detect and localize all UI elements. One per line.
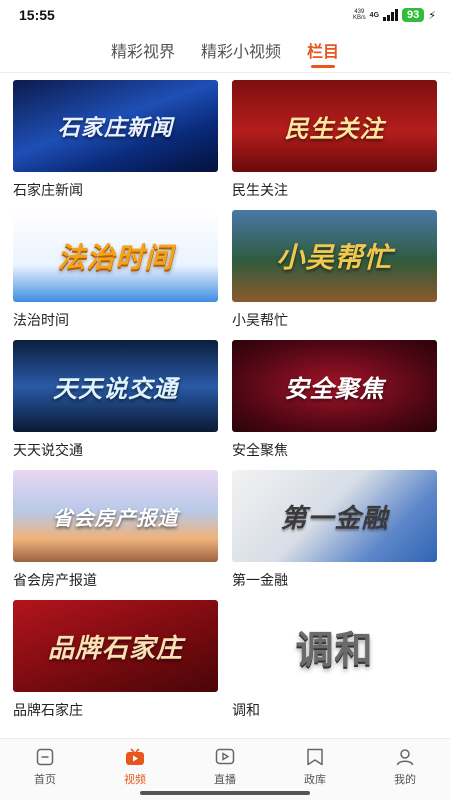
program-title: 天天说交通 [13,443,83,459]
program-card[interactable]: 小吴帮忙 小吴帮忙 [232,210,437,340]
program-thumbnail: 天天说交通 [13,340,218,432]
tab-jingcai-xiaoshipin[interactable]: 精彩小视频 [201,34,281,68]
program-thumbnail-logo: 品牌石家庄 [47,633,183,664]
program-card[interactable]: 石家庄新闻 石家庄新闻 [13,80,218,210]
program-thumbnail-logo: 小吴帮忙 [276,241,393,274]
program-card[interactable]: 第一金融 第一金融 [232,470,437,600]
program-thumbnail-logo: 法治时间 [57,241,174,274]
program-title: 第一金融 [232,573,288,589]
program-card[interactable]: 法治时间 法治时间 [13,210,218,340]
program-thumbnail: 小吴帮忙 [232,210,437,302]
video-tv-icon [124,747,146,767]
program-card[interactable]: 品牌石家庄 品牌石家庄 [13,600,218,730]
program-card[interactable]: 民生关注 民生关注 [232,80,437,210]
user-icon [394,747,416,767]
program-thumbnail: 石家庄新闻 [13,80,218,172]
program-card[interactable]: 安全聚焦 安全聚焦 [232,340,437,470]
signal-icon [383,9,399,21]
program-thumbnail-logo: 民生关注 [284,114,385,143]
home-indicator[interactable] [140,791,310,795]
network-speed-unit: KB/s [353,15,366,21]
status-indicators: 439 KB/s 4G 93 ⚡ [353,8,436,22]
program-card[interactable]: 天天说交通 天天说交通 [13,340,218,470]
network-speed: 439 KB/s [353,9,366,21]
live-play-icon [214,747,236,767]
program-card[interactable]: 省会房产报道 省会房产报道 [13,470,218,600]
program-thumbnail-logo: 安全聚焦 [284,374,385,403]
top-tabs: 精彩视界 精彩小视频 栏目 [0,34,450,68]
program-thumbnail: 品牌石家庄 [13,600,218,692]
home-icon [34,747,56,767]
nav-me-label: 我的 [394,773,416,786]
tab-lanmu[interactable]: 栏目 [307,34,339,68]
nav-video-label: 视频 [124,773,146,786]
battery-level: 93 [402,8,425,22]
program-thumbnail: 调和 [232,600,437,692]
program-thumbnail: 法治时间 [13,210,218,302]
tab-jingcai-shijie[interactable]: 精彩视界 [111,34,175,68]
status-time: 15:55 [19,7,55,23]
program-title: 省会房产报道 [13,573,97,589]
program-thumbnail: 省会房产报道 [13,470,218,562]
program-title: 安全聚焦 [232,443,288,459]
program-thumbnail-logo: 天天说交通 [53,374,178,403]
program-title: 石家庄新闻 [13,183,83,199]
tabs-divider [0,72,450,73]
nav-home-label: 首页 [34,773,56,786]
status-bar: 15:55 439 KB/s 4G 93 ⚡ [0,0,450,32]
program-thumbnail-logo: 省会房产报道 [52,505,179,530]
program-thumbnail: 民生关注 [232,80,437,172]
program-thumbnail: 安全聚焦 [232,340,437,432]
program-thumbnail-logo: 石家庄新闻 [57,116,173,141]
program-grid: 石家庄新闻 石家庄新闻 民生关注 民生关注 法治时间 法治时间 小吴帮忙 小吴帮… [13,80,437,730]
nav-live-label: 直播 [214,773,236,786]
program-thumbnail-logo: 第一金融 [280,503,389,534]
nav-me[interactable]: 我的 [360,739,450,800]
nav-zhengku-label: 政库 [304,773,326,786]
charging-icon: ⚡ [428,8,436,22]
program-thumbnail-logo: 调和 [295,627,374,672]
bookmark-icon [304,747,326,767]
program-title: 小吴帮忙 [232,313,288,329]
program-title: 法治时间 [13,313,69,329]
program-thumbnail: 第一金融 [232,470,437,562]
program-card[interactable]: 调和 调和 [232,600,437,730]
nav-home[interactable]: 首页 [0,739,90,800]
program-title: 民生关注 [232,183,288,199]
program-title: 调和 [232,703,260,719]
program-title: 品牌石家庄 [13,703,83,719]
network-type: 4G [369,11,380,19]
